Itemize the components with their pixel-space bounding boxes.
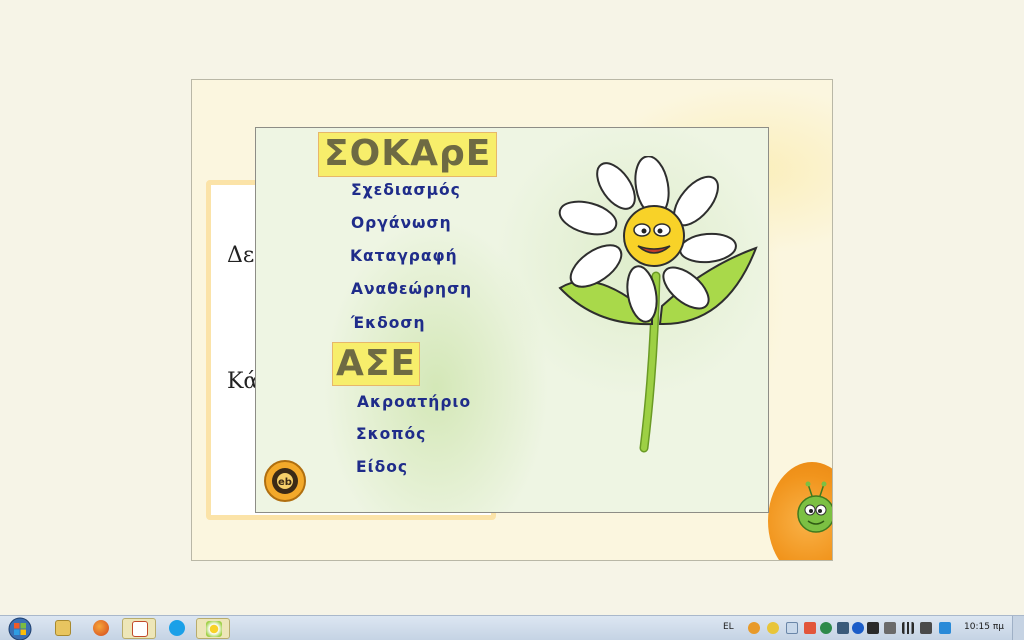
caterpillar-icon <box>797 481 832 533</box>
taskbar-explorer-button[interactable] <box>46 618 80 639</box>
taskbar-clock[interactable]: 10:15 πμ <box>964 622 1004 632</box>
menu-panel: ΣΟΚΑρΕ Σχεδιασμός Οργάνωση Καταγραφή Ανα… <box>255 127 769 513</box>
network-signal-icon[interactable] <box>902 622 914 634</box>
tray-app-icon-4[interactable] <box>804 622 816 634</box>
menu-item-akroatirio[interactable]: Ακροατήριο <box>357 393 471 411</box>
windows-explorer-icon <box>55 620 71 636</box>
desktop: Δεν Κά ΣΟΚΑρΕ Σχεδιασμός Οργάνωση Καταγρ… <box>0 0 1024 615</box>
menu-item-skopos[interactable]: Σκοπός <box>356 425 426 443</box>
menu-item-eidos[interactable]: Είδος <box>356 458 408 476</box>
svg-text:eb: eb <box>278 477 292 488</box>
menu-item-ekdosi[interactable]: Έκδοση <box>351 314 426 332</box>
tray-app-icon-3[interactable] <box>786 622 798 634</box>
flag-icon[interactable] <box>867 622 879 634</box>
volume-icon[interactable] <box>920 622 932 634</box>
tray-app-icon-2[interactable] <box>767 622 779 634</box>
flower-app-icon <box>206 621 222 637</box>
language-indicator[interactable]: EL <box>723 622 734 632</box>
back-logo-button-icon[interactable]: eb <box>263 459 307 503</box>
shield-icon[interactable] <box>820 622 832 634</box>
dropbox-icon[interactable] <box>939 622 951 634</box>
heading-sokare: ΣΟΚΑρΕ <box>318 132 498 177</box>
tray-app-icon-1[interactable] <box>748 622 760 634</box>
device-icon[interactable] <box>884 622 896 634</box>
presentation-icon <box>132 621 148 637</box>
taskbar-firefox-button[interactable] <box>84 618 118 639</box>
heading-ase: ΑΣΕ <box>332 342 421 386</box>
taskbar-presentation-button[interactable] <box>122 618 156 639</box>
taskbar-flower-app-button[interactable] <box>196 618 230 639</box>
menu-item-katagrafi[interactable]: Καταγραφή <box>350 247 458 265</box>
taskbar-skype-button[interactable] <box>160 618 194 639</box>
bluetooth-icon[interactable] <box>852 622 864 634</box>
smiling-flower-icon <box>558 156 758 453</box>
menu-item-anatheorisi[interactable]: Αναθεώρηση <box>351 280 472 298</box>
start-button-icon[interactable] <box>6 617 34 640</box>
monitor-icon[interactable] <box>837 622 849 634</box>
firefox-icon <box>93 620 109 636</box>
show-desktop-button[interactable] <box>1012 616 1024 640</box>
skype-icon <box>169 620 185 636</box>
background-card-text-2: Κά <box>227 369 259 394</box>
menu-item-organosi[interactable]: Οργάνωση <box>351 214 452 232</box>
menu-item-schediasmos[interactable]: Σχεδιασμός <box>351 181 461 199</box>
taskbar: EL 10:15 πμ <box>0 615 1024 640</box>
